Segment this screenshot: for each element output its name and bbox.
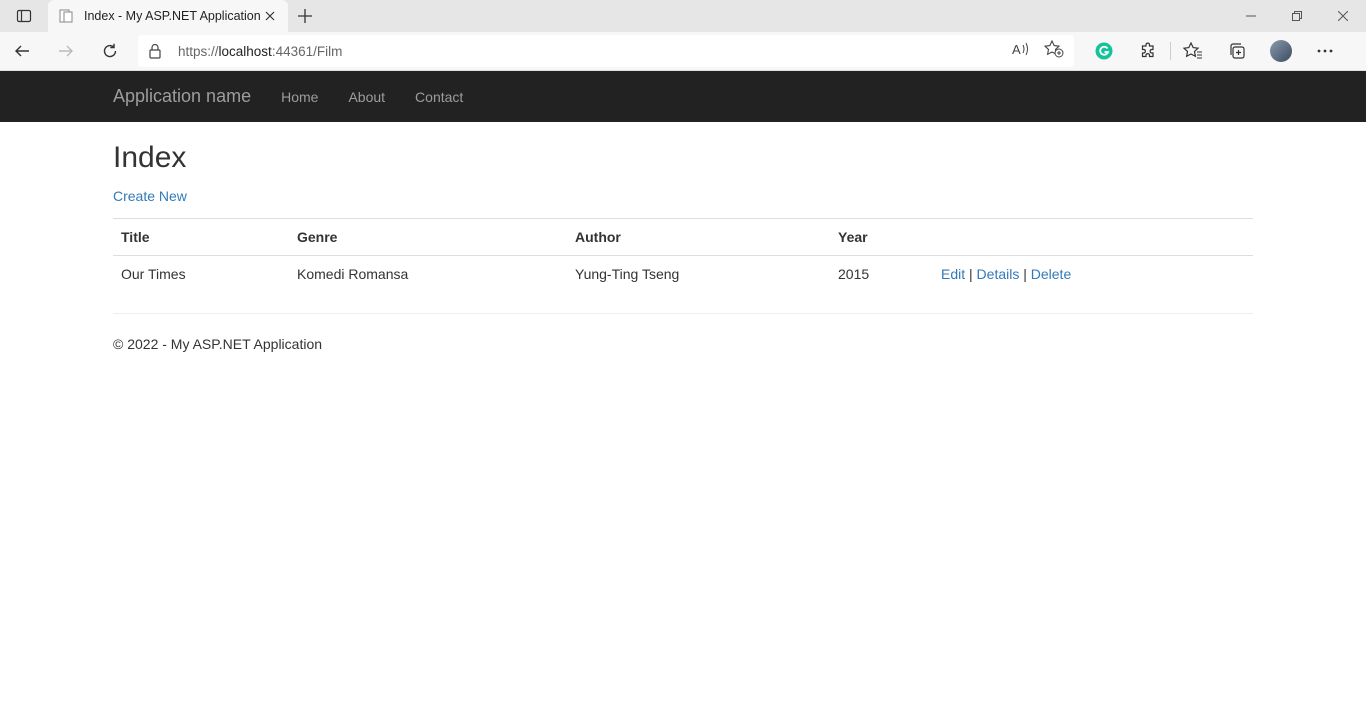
browser-toolbar: https://localhost:44361/Film A (0, 32, 1366, 71)
minimize-icon[interactable] (1228, 0, 1274, 32)
svg-text:A: A (1012, 42, 1021, 57)
nav-link-about[interactable]: About (348, 89, 385, 105)
url-text[interactable]: https://localhost:44361/Film (178, 44, 1012, 59)
column-header-genre: Genre (289, 218, 567, 256)
details-link[interactable]: Details (977, 266, 1020, 282)
collections-icon[interactable] (1215, 32, 1259, 71)
cell-actions: Edit | Details | Delete (933, 256, 1253, 293)
column-header-title: Title (113, 218, 289, 256)
site-navbar: Application name Home About Contact (0, 71, 1366, 122)
grammarly-icon[interactable] (1082, 32, 1126, 71)
tab-title: Index - My ASP.NET Application (84, 9, 261, 23)
film-table: Title Genre Author Year Our Times Komedi… (113, 218, 1253, 293)
edit-link[interactable]: Edit (941, 266, 965, 282)
more-options-icon[interactable] (1303, 32, 1347, 71)
tab-close-icon[interactable] (262, 8, 278, 24)
column-header-actions (933, 218, 1253, 256)
tab-actions-icon[interactable] (0, 0, 48, 32)
profile-avatar[interactable] (1259, 32, 1303, 71)
restore-icon[interactable] (1274, 0, 1320, 32)
action-separator: | (1023, 266, 1027, 283)
column-header-year: Year (830, 218, 933, 256)
back-icon[interactable] (0, 32, 44, 71)
add-favorite-icon[interactable] (1043, 39, 1064, 63)
cell-year: 2015 (838, 266, 870, 283)
table-header-row: Title Genre Author Year (113, 218, 1253, 256)
page-favicon-icon (58, 8, 74, 24)
forward-icon[interactable] (44, 32, 88, 71)
close-window-icon[interactable] (1320, 0, 1366, 32)
footer-divider (113, 312, 1253, 314)
cell-title: Our Times (121, 266, 186, 283)
extensions-icon[interactable] (1126, 32, 1170, 71)
read-aloud-icon[interactable]: A (1012, 41, 1030, 62)
address-bar[interactable]: https://localhost:44361/Film A (138, 35, 1074, 67)
table-row: Our Times Komedi Romansa Yung-Ting Tseng… (113, 256, 1253, 293)
page-title: Index (113, 141, 187, 174)
favorites-icon[interactable] (1171, 32, 1215, 71)
browser-tabbar: Index - My ASP.NET Application (0, 0, 1366, 32)
action-separator: | (969, 266, 973, 283)
footer-text: © 2022 - My ASP.NET Application (113, 335, 323, 352)
refresh-icon[interactable] (88, 32, 132, 71)
body-content: Index Create New Title Genre Author Year… (0, 140, 1253, 352)
create-new-link[interactable]: Create New (113, 188, 187, 204)
column-header-author: Author (567, 218, 830, 256)
browser-tab[interactable]: Index - My ASP.NET Application (48, 0, 288, 32)
delete-link[interactable]: Delete (1031, 266, 1071, 282)
cell-genre: Komedi Romansa (297, 266, 409, 283)
new-tab-icon[interactable] (288, 0, 322, 32)
nav-link-contact[interactable]: Contact (415, 89, 463, 105)
brand-link[interactable]: Application name (113, 86, 251, 107)
cell-author: Yung-Ting Tseng (575, 266, 680, 283)
nav-link-home[interactable]: Home (281, 89, 318, 105)
lock-icon[interactable] (148, 43, 164, 59)
